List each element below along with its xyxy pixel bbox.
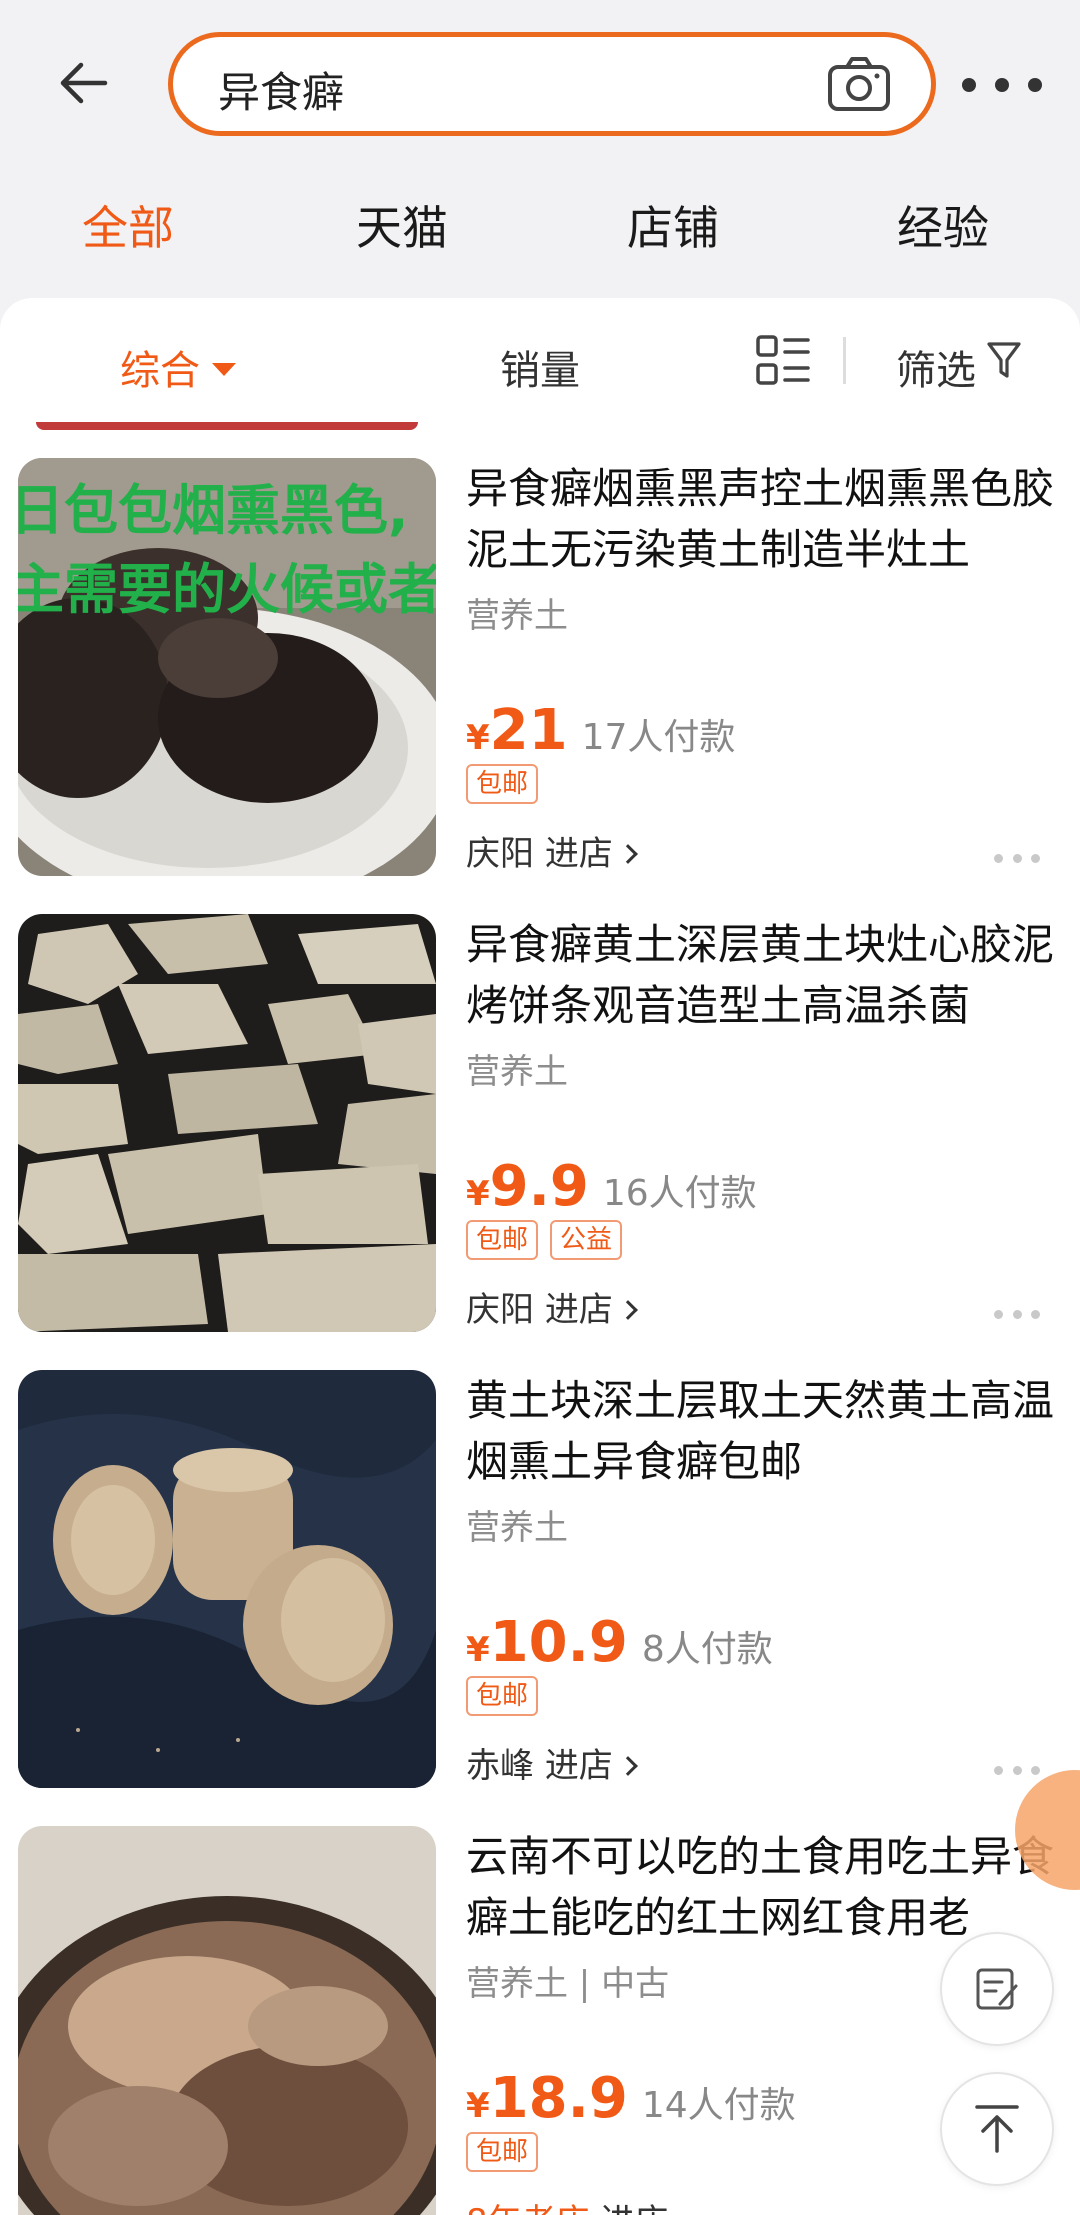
price-row: ¥ 18.9 14人付款: [466, 2066, 796, 2131]
payers-count: 16人付款: [602, 1173, 757, 1214]
tab-tmall[interactable]: 天猫: [356, 192, 448, 258]
product-subtitle: 营养土: [466, 1508, 568, 1548]
product-subtitle: 营养土: [466, 1052, 568, 1092]
product-title[interactable]: 云南不可以吃的土食用吃土异食癖土能吃的红土网红食用老: [466, 1826, 1066, 1948]
product-info: 异食癖烟熏黑声控土烟熏黑色胶泥土无污染黄土制造半灶土 营养土 ¥ 21 17人付…: [466, 458, 1066, 876]
product-price: 10.9: [489, 1610, 628, 1675]
shop-link[interactable]: 8年老店 进店: [466, 2194, 668, 2215]
layout-toggle-icon[interactable]: [755, 334, 811, 386]
product-image[interactable]: [18, 1826, 436, 2215]
tag-list: 包邮: [466, 2132, 539, 2172]
sort-divider: [843, 337, 846, 384]
currency-symbol: ¥: [466, 1630, 490, 1670]
currency-symbol: ¥: [466, 2086, 490, 2126]
top-bar: 异食癖: [0, 0, 1080, 170]
price-row: ¥ 10.9 8人付款: [466, 1610, 773, 1675]
list-item[interactable]: 云南不可以吃的土食用吃土异食癖土能吃的红土网红食用老 营养土 | 中古 ¥ 18…: [0, 1826, 1080, 2215]
product-info: 黄土块深土层取土天然黄土高温烟熏土异食癖包邮 营养土 ¥ 10.9 8人付款 包…: [466, 1370, 1066, 1788]
search-box[interactable]: 异食癖: [168, 32, 936, 136]
product-price: 21: [489, 698, 568, 763]
previous-item-sliver: [36, 422, 418, 430]
camera-icon: [828, 57, 890, 111]
caret-down-icon: [212, 362, 236, 376]
product-image[interactable]: [18, 914, 436, 1332]
product-title[interactable]: 黄土块深土层取土天然黄土高温烟熏土异食癖包邮: [466, 1370, 1066, 1492]
product-list: 日包包烟熏黑色, 主需要的火候或者 异食癖烟熏黑声控土烟熏黑色胶泥土无污染黄土制…: [0, 422, 1080, 2215]
search-query[interactable]: 异食癖: [218, 59, 344, 120]
thumb-overlay-text: 日包包烟熏黑色, 主需要的火候或者: [18, 479, 436, 621]
tag-free-shipping: 包邮: [466, 2132, 539, 2172]
payers-count: 17人付款: [581, 717, 736, 758]
tab-all[interactable]: 全部: [82, 192, 174, 258]
enter-shop-label: 进店: [544, 834, 613, 874]
product-subtitle: 营养土: [466, 596, 568, 636]
enter-shop-label: 进店: [600, 2202, 668, 2215]
shop-link[interactable]: 庆阳 进店: [466, 1282, 638, 1331]
search-results-page: 异食癖 全部 天猫 店铺 经验 综合 销量 筛选 日包包烟熏黑色, 主需要的火候…: [0, 0, 1080, 2215]
tag-free-shipping: 包邮: [466, 1676, 539, 1716]
item-more-button[interactable]: [994, 854, 1040, 866]
shop-location: 庆阳: [466, 1290, 534, 1330]
tag-list: 包邮: [466, 764, 539, 804]
chevron-right-icon: [617, 844, 638, 864]
more-dots-icon: [994, 854, 1003, 863]
chevron-right-icon: [617, 1756, 638, 1776]
more-dots-icon: [994, 1766, 1003, 1775]
item-more-button[interactable]: [994, 1310, 1040, 1322]
tab-shops[interactable]: 店铺: [627, 192, 719, 258]
tab-experience[interactable]: 经验: [897, 192, 989, 258]
list-item[interactable]: 黄土块深土层取土天然黄土高温烟熏土异食癖包邮 营养土 ¥ 10.9 8人付款 包…: [0, 1370, 1080, 1826]
product-image[interactable]: 日包包烟熏黑色, 主需要的火候或者: [18, 458, 436, 876]
list-item[interactable]: 异食癖黄土深层黄土块灶心胶泥烤饼条观音造型土高温杀菌 营养土 ¥ 9.9 16人…: [0, 914, 1080, 1370]
shop-location: 赤峰: [466, 1746, 534, 1786]
more-dots-icon: [994, 1310, 1003, 1319]
sort-comprehensive-label: 综合: [120, 348, 200, 394]
back-to-top-button[interactable]: [940, 2072, 1054, 2186]
product-price: 18.9: [489, 2066, 628, 2131]
price-row: ¥ 21 17人付款: [466, 698, 735, 763]
tag-charity: 公益: [550, 1220, 623, 1260]
tag-list: 包邮 公益: [466, 1220, 623, 1260]
more-icon: [962, 78, 976, 92]
product-price: 9.9: [489, 1154, 589, 1219]
enter-shop-label: 进店: [544, 1290, 613, 1330]
product-info: 异食癖黄土深层黄土块灶心胶泥烤饼条观音造型土高温杀菌 营养土 ¥ 9.9 16人…: [466, 914, 1066, 1332]
item-more-button[interactable]: [994, 1766, 1040, 1778]
payers-count: 14人付款: [641, 2085, 796, 2126]
tag-free-shipping: 包邮: [466, 1220, 539, 1260]
product-title[interactable]: 异食癖烟熏黑声控土烟熏黑色胶泥土无污染黄土制造半灶土: [466, 458, 1066, 580]
filter-icon[interactable]: [986, 340, 1022, 380]
currency-symbol: ¥: [466, 718, 490, 758]
sort-comprehensive[interactable]: 综合: [120, 338, 236, 396]
enter-shop-label: 进店: [544, 1746, 613, 1786]
shop-link[interactable]: 赤峰 进店: [466, 1738, 638, 1787]
shop-location: 庆阳: [466, 834, 534, 874]
price-row: ¥ 9.9 16人付款: [466, 1154, 757, 1219]
sort-sales[interactable]: 销量: [500, 338, 580, 396]
shop-badge: 8年老店: [466, 2202, 590, 2215]
tag-list: 包邮: [466, 1676, 539, 1716]
shop-link[interactable]: 庆阳 进店: [466, 826, 638, 875]
edit-note-icon: [976, 1968, 1018, 2010]
payers-count: 8人付款: [641, 1629, 773, 1670]
back-arrow-icon: [60, 62, 108, 104]
product-title[interactable]: 异食癖黄土深层黄土块灶心胶泥烤饼条观音造型土高温杀菌: [466, 914, 1066, 1036]
chevron-right-icon: [617, 1300, 638, 1320]
filter-label[interactable]: 筛选: [896, 338, 976, 396]
tag-free-shipping: 包邮: [466, 764, 539, 804]
back-to-top-icon: [975, 2105, 1019, 2153]
sort-bar: 综合 销量 筛选: [0, 298, 1080, 422]
currency-symbol: ¥: [466, 1174, 490, 1214]
feedback-button[interactable]: [940, 1932, 1054, 2046]
product-image[interactable]: [18, 1370, 436, 1788]
category-tabs: 全部 天猫 店铺 经验: [0, 180, 1080, 290]
list-item[interactable]: 日包包烟熏黑色, 主需要的火候或者 异食癖烟熏黑声控土烟熏黑色胶泥土无污染黄土制…: [0, 458, 1080, 914]
more-button[interactable]: [962, 60, 1042, 110]
camera-button[interactable]: [827, 55, 891, 113]
back-button[interactable]: [50, 50, 116, 116]
